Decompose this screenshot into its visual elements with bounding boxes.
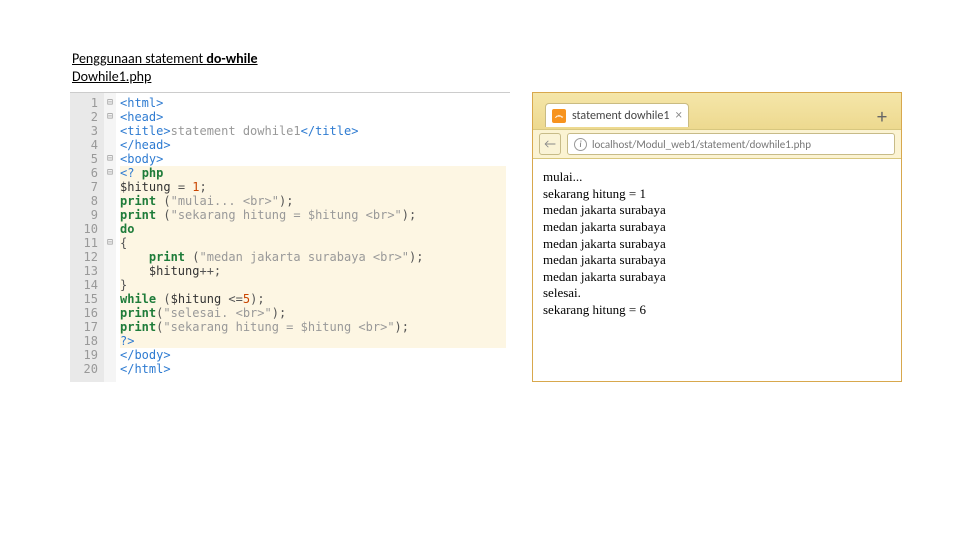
line-number: 16 [70, 306, 98, 320]
fold-marker[interactable]: ⊟ [104, 236, 116, 250]
fold-marker [104, 124, 116, 138]
document-heading: Penggunaan statement do-while Dowhile1.p… [72, 50, 258, 85]
heading-line1-b: do-while [206, 50, 257, 67]
line-number: 2 [70, 110, 98, 124]
fold-marker[interactable]: ⊟ [104, 110, 116, 124]
fold-marker [104, 208, 116, 222]
fold-marker [104, 250, 116, 264]
browser-viewport: mulai...sekarang hitung = 1medan jakarta… [533, 159, 901, 381]
code-line[interactable]: $hitung = 1; [120, 180, 506, 194]
new-tab-button[interactable]: + [877, 105, 887, 129]
output-line: medan jakarta surabaya [543, 219, 891, 236]
code-line[interactable]: print ("medan jakarta surabaya <br>"); [120, 250, 506, 264]
line-number: 3 [70, 124, 98, 138]
code-line[interactable]: while ($hitung <=5); [120, 292, 506, 306]
code-area[interactable]: <html><head><title>statement dowhile1</t… [116, 93, 510, 382]
fold-marker [104, 306, 116, 320]
info-icon[interactable]: i [574, 138, 587, 151]
line-number: 9 [70, 208, 98, 222]
output-line: sekarang hitung = 6 [543, 302, 891, 319]
browser-tabbar: ෴ statement dowhile1 × + [533, 93, 901, 129]
heading-line1-a: Penggunaan statement [72, 50, 206, 67]
code-line[interactable]: <title>statement dowhile1</title> [120, 124, 506, 138]
fold-marker [104, 278, 116, 292]
heading-line2: Dowhile1.php [72, 68, 258, 86]
close-icon[interactable]: × [675, 108, 681, 123]
line-number: 17 [70, 320, 98, 334]
line-number: 13 [70, 264, 98, 278]
fold-marker [104, 138, 116, 152]
fold-marker [104, 180, 116, 194]
code-line[interactable]: { [120, 236, 506, 250]
code-line[interactable]: $hitung++; [120, 264, 506, 278]
tab-title: statement dowhile1 [572, 109, 669, 123]
fold-marker[interactable]: ⊟ [104, 152, 116, 166]
code-line[interactable]: do [120, 222, 506, 236]
line-number: 11 [70, 236, 98, 250]
line-number: 4 [70, 138, 98, 152]
output-line: sekarang hitung = 1 [543, 186, 891, 203]
line-number: 14 [70, 278, 98, 292]
output-line: medan jakarta surabaya [543, 269, 891, 286]
fold-gutter: ⊟⊟⊟⊟⊟ [104, 93, 116, 382]
code-line[interactable]: <head> [120, 110, 506, 124]
fold-marker [104, 320, 116, 334]
line-number: 19 [70, 348, 98, 362]
fold-marker [104, 264, 116, 278]
fold-marker [104, 334, 116, 348]
line-number: 18 [70, 334, 98, 348]
url-text: localhost/Modul_web1/statement/dowhile1.… [592, 138, 811, 151]
output-line: medan jakarta surabaya [543, 252, 891, 269]
url-field[interactable]: i localhost/Modul_web1/statement/dowhile… [567, 133, 895, 155]
code-line[interactable]: <body> [120, 152, 506, 166]
code-line[interactable]: <html> [120, 96, 506, 110]
code-line[interactable]: print("selesai. <br>"); [120, 306, 506, 320]
code-line[interactable]: print("sekarang hitung = $hitung <br>"); [120, 320, 506, 334]
line-number: 1 [70, 96, 98, 110]
line-number: 15 [70, 292, 98, 306]
back-button[interactable]: ← [539, 133, 561, 155]
line-number: 10 [70, 222, 98, 236]
fold-marker[interactable]: ⊟ [104, 166, 116, 180]
code-line[interactable]: print ("mulai... <br>"); [120, 194, 506, 208]
address-bar: ← i localhost/Modul_web1/statement/dowhi… [533, 129, 901, 159]
xampp-favicon: ෴ [552, 109, 566, 123]
code-line[interactable]: ?> [120, 334, 506, 348]
code-line[interactable]: <? php [120, 166, 506, 180]
fold-marker [104, 362, 116, 376]
fold-marker [104, 194, 116, 208]
line-number: 8 [70, 194, 98, 208]
code-editor: 1234567891011121314151617181920 ⊟⊟⊟⊟⊟ <h… [70, 92, 510, 382]
fold-marker [104, 222, 116, 236]
code-line[interactable]: print ("sekarang hitung = $hitung <br>")… [120, 208, 506, 222]
output-line: medan jakarta surabaya [543, 202, 891, 219]
output-line: selesai. [543, 285, 891, 302]
code-line[interactable]: } [120, 278, 506, 292]
output-line: mulai... [543, 169, 891, 186]
line-number: 6 [70, 166, 98, 180]
line-number: 5 [70, 152, 98, 166]
fold-marker [104, 348, 116, 362]
line-number: 12 [70, 250, 98, 264]
line-number-gutter: 1234567891011121314151617181920 [70, 93, 104, 382]
code-line[interactable]: </body> [120, 348, 506, 362]
back-icon: ← [544, 137, 556, 152]
code-line[interactable]: </head> [120, 138, 506, 152]
line-number: 7 [70, 180, 98, 194]
fold-marker[interactable]: ⊟ [104, 96, 116, 110]
fold-marker [104, 292, 116, 306]
code-line[interactable]: </html> [120, 362, 506, 376]
browser-tab[interactable]: ෴ statement dowhile1 × [545, 103, 689, 127]
line-number: 20 [70, 362, 98, 376]
browser-window: ෴ statement dowhile1 × + ← i localhost/M… [532, 92, 902, 382]
output-line: medan jakarta surabaya [543, 236, 891, 253]
